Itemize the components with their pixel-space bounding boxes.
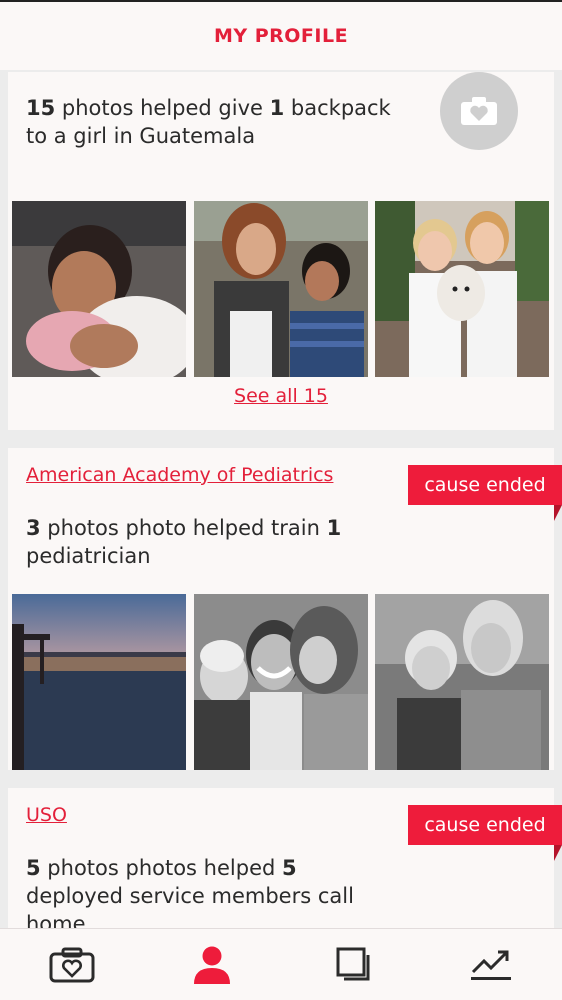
add-photo-button[interactable] bbox=[440, 72, 518, 150]
cause-ended-badge: cause ended bbox=[408, 805, 562, 845]
badge-fold bbox=[554, 845, 562, 861]
profile-icon bbox=[194, 946, 230, 984]
photo-row bbox=[12, 594, 550, 770]
app-header: MY PROFILE bbox=[0, 0, 562, 70]
impact-text-part: pediatrician bbox=[26, 544, 151, 568]
photo-thumbnail[interactable] bbox=[194, 594, 368, 770]
see-all-link[interactable]: See all 15 bbox=[8, 385, 554, 407]
impact-text-part: photos helped give bbox=[55, 96, 270, 120]
organization-link[interactable]: American Academy of Pediatrics bbox=[26, 464, 333, 486]
impact-quantity: 5 bbox=[282, 856, 297, 880]
cause-ended-badge: cause ended bbox=[408, 465, 562, 505]
photo-count: 5 bbox=[26, 856, 41, 880]
cause-card: USO cause ended 5 photos photos helped 5… bbox=[8, 788, 562, 936]
photo-thumbnail[interactable] bbox=[12, 201, 186, 377]
photo-row bbox=[12, 201, 550, 377]
impact-text-part: photos photos helped bbox=[40, 856, 282, 880]
gallery-icon bbox=[336, 947, 370, 980]
photo-thumbnail[interactable] bbox=[194, 201, 368, 377]
photo-thumbnail[interactable] bbox=[375, 201, 549, 377]
impact-text: 5 photos photos helped 5 deployed servic… bbox=[26, 854, 386, 938]
impact-quantity: 1 bbox=[326, 516, 342, 540]
page-title: MY PROFILE bbox=[213, 25, 349, 47]
nav-camera[interactable] bbox=[27, 929, 117, 1000]
photo-count: 3 bbox=[26, 516, 41, 540]
camera-heart-icon bbox=[461, 97, 497, 125]
nav-profile[interactable] bbox=[167, 929, 257, 1000]
organization-link[interactable]: USO bbox=[26, 804, 67, 826]
photo-thumbnail[interactable] bbox=[375, 594, 549, 770]
cause-card: American Academy of Pediatrics cause end… bbox=[8, 448, 562, 770]
bottom-nav bbox=[0, 928, 562, 1000]
impact-text: 15 photos helped give 1 backpack to a gi… bbox=[26, 94, 406, 150]
impact-quantity: 1 bbox=[269, 96, 285, 120]
impact-text: 3 photos photo helped train 1 pediatrici… bbox=[26, 514, 386, 570]
nav-gallery[interactable] bbox=[310, 929, 400, 1000]
camera-heart-icon bbox=[49, 947, 95, 982]
badge-fold bbox=[554, 505, 562, 521]
nav-stats[interactable] bbox=[446, 929, 536, 1000]
photo-thumbnail[interactable] bbox=[12, 594, 186, 770]
cause-card: 15 photos helped give 1 backpack to a gi… bbox=[8, 72, 554, 430]
photo-count: 15 bbox=[26, 96, 56, 120]
stats-icon bbox=[471, 950, 511, 980]
impact-text-part: photos photo helped train bbox=[40, 516, 327, 540]
